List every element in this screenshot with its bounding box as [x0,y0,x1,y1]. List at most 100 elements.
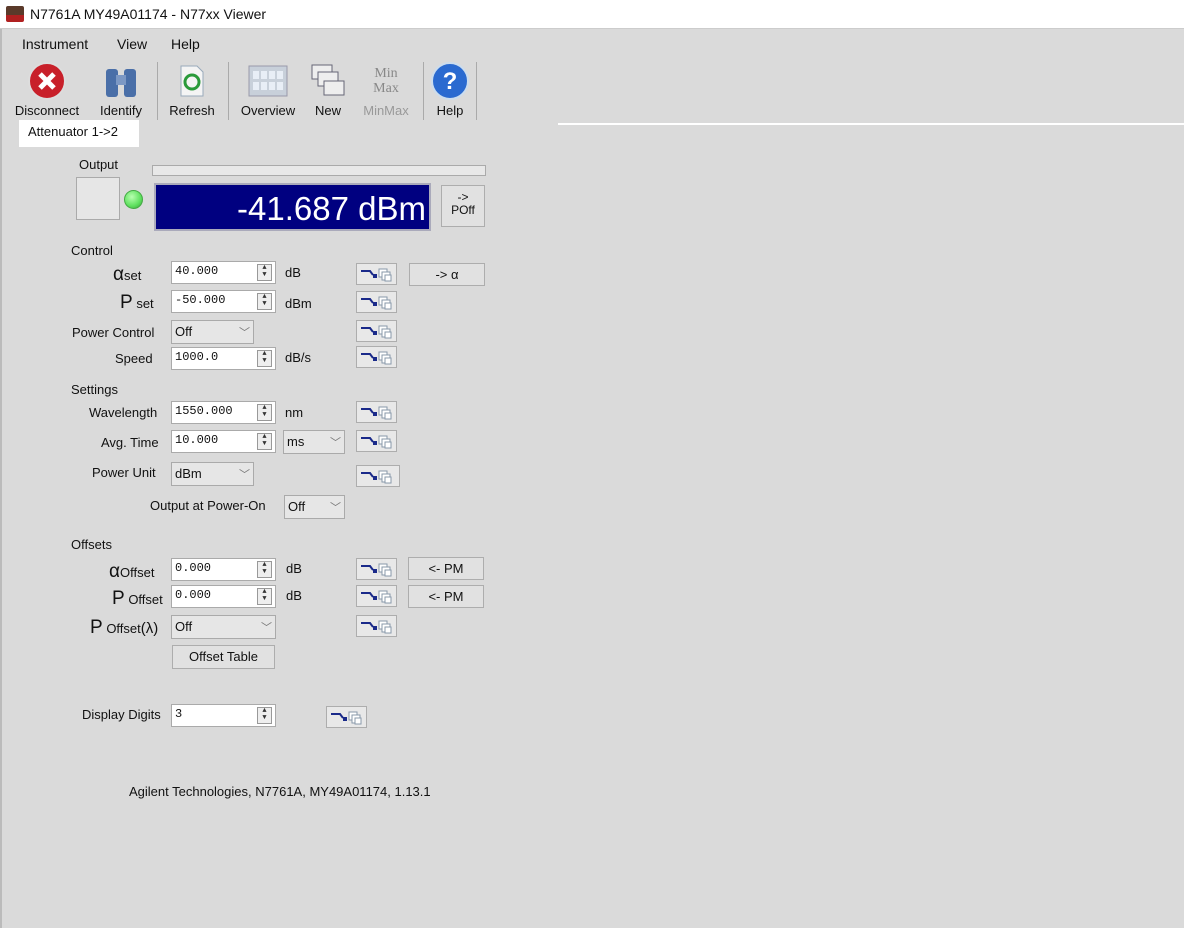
new-windows-icon [306,60,350,102]
value: -50.000 [175,293,226,307]
avg-time-unit-select[interactable]: ms ﹀ [283,430,345,454]
p-offset-lambda-label: P Offset(λ) [90,617,158,639]
sweep-settings-button[interactable] [356,430,397,452]
minmax-button[interactable]: Min Max MinMax [354,60,418,118]
p-offset-lambda-select[interactable]: Off ﹀ [171,615,276,639]
sweep-settings-button[interactable] [356,615,397,637]
sweep-icon [357,470,397,489]
sweep-settings-button[interactable] [356,585,397,607]
disconnect-icon [11,60,83,102]
help-button[interactable]: ? Help [426,60,474,118]
menu-instrument[interactable]: Instrument [22,36,88,52]
unit-label: dBm [285,296,312,311]
value: 0.000 [175,561,212,575]
alpha-set-label: αset [113,264,141,286]
wavelength-input[interactable]: 1550.000 ▲ ▼ [171,401,276,424]
p-offset-input[interactable]: 0.000 ▲ ▼ [171,585,276,608]
sweep-icon [327,711,367,730]
alpha-offset-label: αOffset [109,561,154,583]
refresh-button[interactable]: Refresh [160,60,224,118]
display-digits-input[interactable]: 3 ▲ ▼ [171,704,276,727]
identify-button[interactable]: Identify [88,60,154,118]
power-control-select[interactable]: Off ﹀ [171,320,254,344]
p-symbol: P [112,588,125,609]
p-offset-pm-button[interactable]: <- PM [408,585,484,608]
poff-button[interactable]: -> POff [441,185,485,227]
spinner[interactable]: ▲ ▼ [257,264,272,281]
power-control-label: Power Control [72,325,155,340]
spinner[interactable]: ▲ ▼ [257,350,272,367]
sweep-settings-button[interactable] [356,465,400,487]
new-button[interactable]: New [306,60,350,118]
menu-help[interactable]: Help [171,36,200,52]
unit-label: nm [285,405,304,420]
value: 40.000 [175,264,219,278]
overview-button[interactable]: Overview [233,60,303,118]
sweep-settings-button[interactable] [356,320,397,342]
p-set-label: P set [120,292,154,314]
lambda-suffix: (λ) [140,620,159,637]
value: 0.000 [175,588,212,602]
alpha-offset-input[interactable]: 0.000 ▲ ▼ [171,558,276,581]
power-on-select[interactable]: Off ﹀ [284,495,345,519]
value: Off [175,619,193,634]
sweep-icon [357,435,397,454]
title-bar: N7761A MY49A01174 - N77xx Viewer [0,0,1184,29]
sweep-icon [357,325,397,344]
spinner[interactable]: ▲ ▼ [257,588,272,605]
spinner[interactable]: ▲ ▼ [257,433,272,450]
chevron-down-icon: ﹀ [239,469,250,481]
sweep-settings-button[interactable] [356,291,397,313]
sweep-settings-button[interactable] [326,706,367,728]
to-alpha-button[interactable]: -> α [409,263,485,286]
offset-table-button[interactable]: Offset Table [172,645,275,669]
menu-view[interactable]: View [117,36,147,52]
sweep-icon [357,268,397,287]
output-toggle-button[interactable] [76,177,120,220]
refresh-icon [160,60,224,102]
spinner[interactable]: ▲ ▼ [257,561,272,578]
sub-label: Offset [128,592,163,607]
spinner[interactable]: ▲ ▼ [257,293,272,310]
window-border [0,29,2,928]
p-set-input[interactable]: -50.000 ▲ ▼ [171,290,276,313]
sweep-settings-button[interactable] [356,346,397,368]
value: Off [288,499,306,514]
sweep-settings-button[interactable] [356,263,397,285]
toolbar-separator [476,62,477,120]
app-icon [6,6,24,22]
minmax-icon: Min Max [373,66,399,96]
wavelength-label: Wavelength [89,405,158,420]
spinner[interactable]: ▲ ▼ [257,404,272,421]
chevron-down-icon: ﹀ [261,622,272,634]
sweep-icon [357,563,397,582]
sweep-settings-button[interactable] [356,401,397,423]
alpha-offset-pm-button[interactable]: <- PM [408,557,484,580]
avg-time-label: Avg. Time [101,435,159,450]
poff-label: POff [451,203,475,217]
sub-label: set [123,268,142,283]
speed-input[interactable]: 1000.0 ▲ ▼ [171,347,276,370]
sweep-settings-button[interactable] [356,558,397,580]
disconnect-button[interactable]: Disconnect [11,60,83,118]
alpha-set-input[interactable]: 40.000 ▲ ▼ [171,261,276,284]
output-progress-bar [152,165,486,176]
sweep-icon [357,620,397,639]
sub-label: set [136,296,154,311]
window-title: N7761A MY49A01174 - N77xx Viewer [30,6,267,22]
spinner[interactable]: ▲ ▼ [257,707,272,724]
tab-attenuator[interactable]: Attenuator 1->2 [19,120,139,147]
chevron-down-icon: ﹀ [330,502,341,514]
avg-time-input[interactable]: 10.000 ▲ ▼ [171,430,276,453]
binoculars-icon [88,60,154,102]
power-unit-select[interactable]: dBm ﹀ [171,462,254,486]
p-symbol: P [90,617,103,638]
control-heading: Control [71,243,113,258]
display-digits-label: Display Digits [82,707,161,722]
power-reading-display: -41.687 dBm [154,183,431,231]
toolbar-separator [157,62,158,120]
unit-label: dB [285,265,301,280]
sub-label: Offset [106,621,141,636]
overview-grid-icon [233,60,303,102]
power-on-label: Output at Power-On [150,498,266,513]
